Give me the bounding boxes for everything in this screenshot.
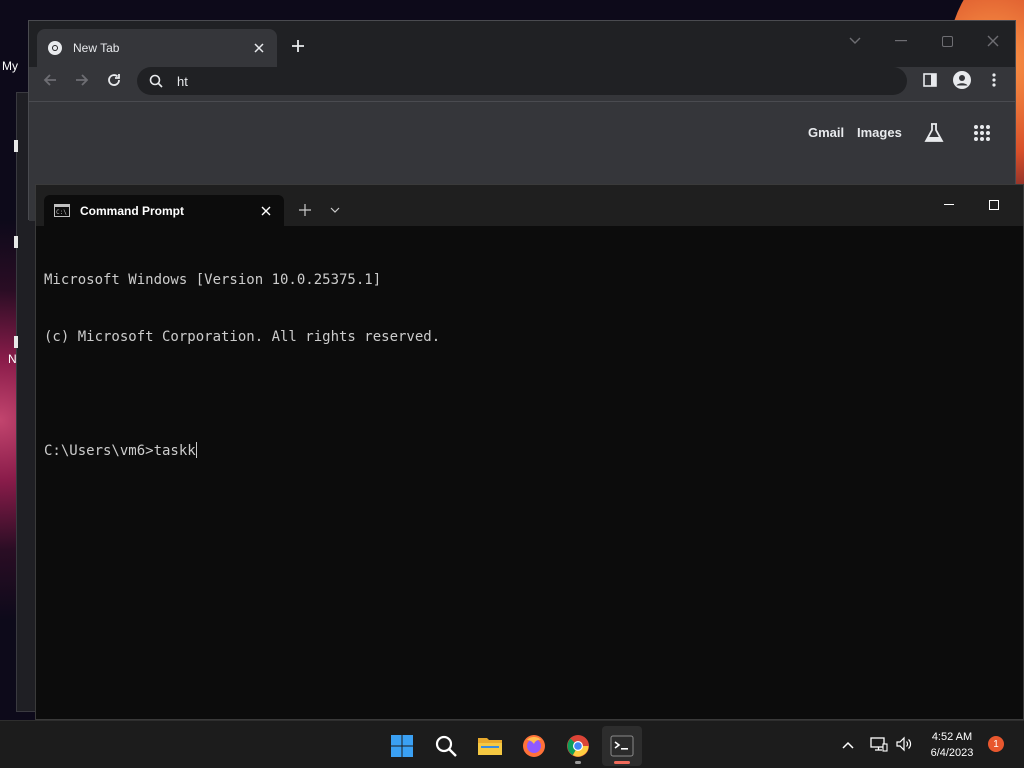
terminal-command: C:\Users\vm6>taskk bbox=[44, 443, 196, 459]
address-input[interactable] bbox=[177, 73, 877, 89]
profile-icon[interactable] bbox=[949, 67, 975, 93]
start-icon[interactable] bbox=[382, 726, 422, 766]
side-panel-icon[interactable] bbox=[917, 67, 943, 93]
forward-arrow-icon[interactable] bbox=[69, 67, 95, 93]
text-cursor bbox=[195, 442, 197, 458]
minimize-icon[interactable] bbox=[883, 27, 919, 55]
terminal-line: (c) Microsoft Corporation. All rights re… bbox=[44, 329, 441, 345]
terminal-tab-command-prompt[interactable]: C:\ Command Prompt bbox=[44, 195, 284, 226]
close-tab-icon[interactable] bbox=[258, 203, 274, 219]
volume-icon[interactable] bbox=[895, 735, 913, 753]
background-window-mark bbox=[14, 236, 18, 248]
svg-text:C:\: C:\ bbox=[56, 209, 67, 216]
chrome-tab-new-tab[interactable]: New Tab bbox=[37, 29, 277, 67]
chevron-up-icon[interactable] bbox=[838, 735, 858, 755]
command-prompt-icon: C:\ bbox=[54, 204, 70, 217]
active-indicator bbox=[614, 761, 630, 764]
new-tab-plus-icon[interactable] bbox=[287, 35, 309, 57]
maximize-icon[interactable] bbox=[929, 27, 965, 55]
chevron-down-icon[interactable] bbox=[324, 199, 346, 221]
background-window-mark bbox=[14, 336, 18, 348]
background-window-letter: N bbox=[8, 352, 17, 366]
firefox-icon[interactable] bbox=[514, 726, 554, 766]
taskbar: 4:52 AM 6/4/2023 1 bbox=[0, 720, 1024, 768]
maximize-icon[interactable] bbox=[974, 191, 1014, 219]
file-explorer-icon[interactable] bbox=[470, 726, 510, 766]
background-window-mark bbox=[14, 140, 18, 152]
tab-search-chevron-icon[interactable] bbox=[837, 27, 873, 55]
images-link[interactable]: Images bbox=[857, 125, 902, 140]
terminal-icon[interactable] bbox=[602, 726, 642, 766]
reload-icon[interactable] bbox=[101, 67, 127, 93]
address-bar[interactable] bbox=[137, 67, 907, 95]
chrome-favicon-icon bbox=[48, 41, 62, 55]
search-icon[interactable] bbox=[426, 726, 466, 766]
terminal-output[interactable]: Microsoft Windows [Version 10.0.25375.1]… bbox=[44, 233, 440, 499]
clock-date: 6/4/2023 bbox=[930, 747, 974, 759]
desktop-icon-label[interactable]: My bbox=[2, 59, 18, 73]
close-tab-icon[interactable] bbox=[251, 40, 267, 56]
new-tab-plus-icon[interactable] bbox=[294, 199, 316, 221]
minimize-icon[interactable] bbox=[929, 191, 969, 219]
back-arrow-icon[interactable] bbox=[37, 67, 63, 93]
terminal-prompt-line: C:\Users\vm6>taskk bbox=[44, 442, 440, 461]
clock[interactable]: 4:52 AM 6/4/2023 bbox=[920, 729, 984, 761]
labs-flask-icon[interactable] bbox=[923, 122, 945, 149]
close-window-icon[interactable] bbox=[975, 27, 1011, 55]
search-icon bbox=[149, 74, 163, 88]
chrome-tab-title: New Tab bbox=[73, 41, 120, 55]
more-vert-icon[interactable] bbox=[981, 67, 1007, 93]
notification-badge[interactable]: 1 bbox=[988, 736, 1004, 752]
chrome-toolbar bbox=[29, 67, 1015, 101]
network-icon[interactable] bbox=[870, 735, 888, 753]
terminal-window: C:\ Command Prompt Microsoft Windows [Ve… bbox=[35, 184, 1024, 720]
clock-time: 4:52 AM bbox=[931, 731, 973, 743]
chrome-tab-strip: New Tab bbox=[29, 21, 1015, 67]
terminal-titlebar: C:\ Command Prompt bbox=[36, 185, 1023, 226]
running-indicator bbox=[575, 761, 581, 764]
terminal-line: Microsoft Windows [Version 10.0.25375.1] bbox=[44, 272, 382, 288]
chrome-icon[interactable] bbox=[558, 726, 598, 766]
apps-grid-icon[interactable] bbox=[973, 124, 991, 147]
gmail-link[interactable]: Gmail bbox=[808, 125, 844, 140]
terminal-tab-title: Command Prompt bbox=[80, 203, 185, 218]
